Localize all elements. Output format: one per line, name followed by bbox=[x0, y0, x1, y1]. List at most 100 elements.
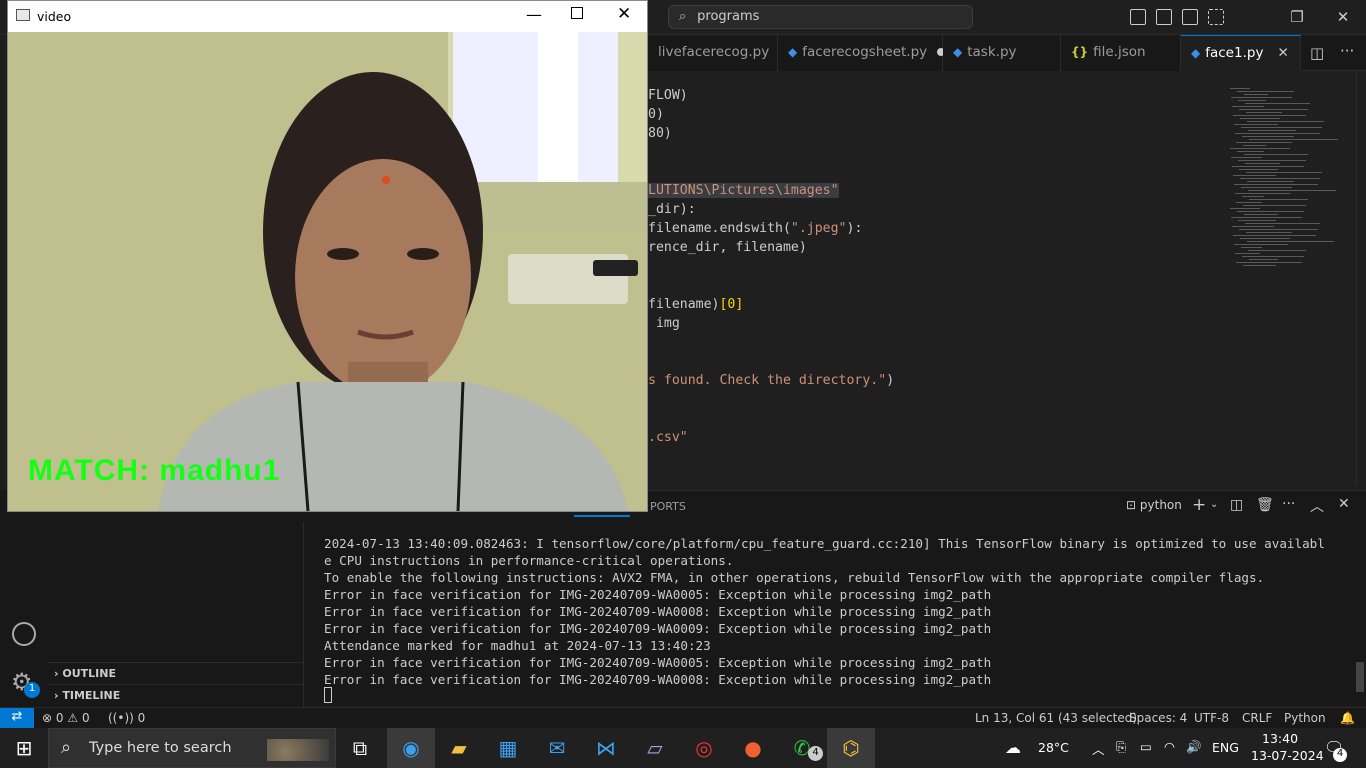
minimap-line bbox=[1234, 124, 1278, 125]
vscode-icon[interactable]: ⋈ bbox=[582, 728, 630, 768]
close-icon[interactable]: ✕ bbox=[617, 4, 631, 24]
python-file-icon: ◆ bbox=[1191, 46, 1201, 60]
meet-now-icon[interactable]: ⎘ bbox=[1116, 739, 1126, 755]
editor-scrollbar[interactable] bbox=[1356, 71, 1366, 486]
cursor-position[interactable]: Ln 13, Col 61 (43 selected) bbox=[975, 711, 1137, 725]
battery-icon[interactable]: ▭ bbox=[1140, 739, 1152, 754]
new-terminal-icon[interactable]: + bbox=[1192, 495, 1206, 515]
minimap-line bbox=[1232, 226, 1274, 227]
minimap-line bbox=[1238, 100, 1266, 101]
restore-window-icon[interactable]: ❐ bbox=[1274, 8, 1320, 26]
broadcast-icon: ((•)) bbox=[108, 711, 134, 725]
minimap-line bbox=[1247, 121, 1324, 122]
split-editor-icon[interactable]: ◫ bbox=[1310, 44, 1324, 62]
toggle-secondary-sidebar-icon[interactable] bbox=[1182, 9, 1198, 25]
search-icon: ⌕ bbox=[61, 737, 72, 758]
edge-icon[interactable]: ◉ bbox=[387, 728, 435, 768]
more-actions-icon[interactable]: ··· bbox=[1340, 42, 1354, 60]
minimap-line bbox=[1245, 103, 1310, 104]
video-window[interactable]: video — ✕ MATCH: madhu1 bbox=[7, 0, 648, 512]
minimize-icon[interactable]: — bbox=[526, 5, 542, 24]
minimap-line bbox=[1231, 217, 1302, 218]
toggle-panel-icon[interactable] bbox=[1156, 9, 1172, 25]
weather-temp[interactable]: 28°C bbox=[1038, 740, 1069, 755]
minimap-line bbox=[1246, 232, 1292, 233]
chrome-icon[interactable]: ◎ bbox=[680, 728, 728, 768]
minimap-line bbox=[1246, 112, 1282, 113]
task-view-icon[interactable]: ⧉ bbox=[336, 728, 384, 768]
code-line: 0) bbox=[648, 107, 664, 122]
minimap-line bbox=[1233, 175, 1276, 176]
code-line: FLOW) bbox=[648, 88, 688, 103]
notepad-icon[interactable]: ▱ bbox=[631, 728, 679, 768]
minimap-line bbox=[1247, 241, 1334, 242]
minimap-line bbox=[1235, 253, 1260, 254]
minimap-line bbox=[1244, 154, 1308, 155]
python-file-icon: ◆ bbox=[788, 45, 798, 59]
ports-indicator[interactable]: ((•)) 0 bbox=[108, 711, 145, 725]
code-line: 80) bbox=[648, 126, 672, 141]
terminal-output[interactable]: 2024-07-13 13:40:09.082463: I tensorflow… bbox=[304, 522, 1366, 706]
minimap-line bbox=[1242, 256, 1304, 257]
minimap[interactable] bbox=[1230, 88, 1340, 288]
indentation[interactable]: Spaces: 4 bbox=[1129, 711, 1187, 725]
tab-file-json[interactable]: {} file.json bbox=[1061, 35, 1181, 71]
command-center-search[interactable]: ⌕ programs bbox=[668, 5, 973, 29]
input-language[interactable]: ENG bbox=[1212, 740, 1239, 755]
close-tab-icon[interactable]: ✕ bbox=[1277, 45, 1288, 61]
accounts-icon[interactable] bbox=[12, 622, 36, 646]
minimap-line bbox=[1230, 148, 1290, 149]
tab-face1[interactable]: ◆ face1.py ✕ bbox=[1181, 35, 1301, 71]
microsoft-store-icon[interactable]: ▦ bbox=[484, 728, 532, 768]
sublime-icon[interactable]: ● bbox=[729, 728, 777, 768]
encoding[interactable]: UTF-8 bbox=[1194, 711, 1229, 725]
more-actions-icon[interactable]: ··· bbox=[1282, 496, 1295, 512]
file-explorer-icon[interactable]: ▰ bbox=[435, 728, 483, 768]
close-panel-icon[interactable]: ✕ bbox=[1338, 496, 1350, 512]
mail-icon[interactable]: ✉ bbox=[533, 728, 581, 768]
split-terminal-icon[interactable]: ◫ bbox=[1230, 497, 1243, 513]
problems-indicator[interactable]: ⊗ 0 ⚠ 0 bbox=[42, 711, 90, 725]
kill-terminal-icon[interactable]: 🗑 bbox=[1256, 497, 1274, 513]
tab-ports[interactable]: PORTS bbox=[650, 500, 686, 513]
maximize-icon[interactable] bbox=[571, 7, 583, 19]
whatsapp-badge: 4 bbox=[808, 746, 823, 761]
minimap-line bbox=[1234, 184, 1318, 185]
minimap-line bbox=[1249, 139, 1338, 140]
terminal-scrollbar[interactable] bbox=[1356, 662, 1364, 692]
timeline-label: TIMELINE bbox=[62, 689, 121, 702]
timeline-section[interactable]: › TIMELINE bbox=[48, 684, 304, 706]
minimap-line bbox=[1248, 190, 1336, 191]
minimap-line bbox=[1234, 244, 1288, 245]
tab-facerecogsheet[interactable]: ◆ facerecogsheet.py bbox=[778, 35, 946, 71]
taskbar-search-box[interactable]: ⌕ Type here to search bbox=[48, 728, 336, 768]
terminal-line: Error in face verification for IMG-20240… bbox=[324, 587, 992, 602]
python-icon[interactable]: ⌬ bbox=[827, 728, 875, 768]
clock-date[interactable]: 13-07-2024 bbox=[1251, 748, 1324, 763]
end-of-line[interactable]: CRLF bbox=[1242, 711, 1272, 725]
chevron-down-icon[interactable]: ⌄ bbox=[1210, 499, 1218, 510]
minimap-line bbox=[1231, 97, 1292, 98]
video-window-titlebar[interactable]: video — ✕ bbox=[8, 1, 647, 32]
start-windows-icon[interactable]: ⊞ bbox=[0, 728, 48, 768]
show-hidden-icons-icon[interactable]: ︿ bbox=[1092, 739, 1105, 758]
minimap-line bbox=[1239, 229, 1318, 230]
remote-indicator-icon[interactable]: ⇄ bbox=[0, 708, 34, 729]
toggle-primary-sidebar-icon[interactable] bbox=[1130, 9, 1146, 25]
volume-icon[interactable]: 🔊 bbox=[1186, 739, 1202, 755]
notifications-bell-icon[interactable]: 🔔 bbox=[1340, 711, 1355, 725]
clock-time[interactable]: 13:40 bbox=[1262, 731, 1298, 746]
tab-task[interactable]: ◆ task.py bbox=[943, 35, 1061, 71]
terminal-selector[interactable]: ⊡ python bbox=[1126, 498, 1182, 512]
editor-tab-bar: livefacerecog.py ◆ facerecogsheet.py ◆ tas… bbox=[648, 35, 1366, 71]
maximize-panel-icon[interactable]: ︿ bbox=[1310, 496, 1324, 516]
language-mode[interactable]: Python bbox=[1284, 711, 1326, 725]
terminal-line: Error in face verification for IMG-20240… bbox=[324, 655, 992, 670]
close-window-icon[interactable]: ✕ bbox=[1320, 8, 1366, 26]
customize-layout-icon[interactable] bbox=[1208, 9, 1224, 25]
outline-section[interactable]: › OUTLINE bbox=[48, 662, 304, 684]
tab-livefacerecog[interactable]: livefacerecog.py bbox=[648, 35, 778, 71]
wifi-icon[interactable]: ◠ bbox=[1164, 739, 1175, 754]
minimap-line bbox=[1244, 214, 1278, 215]
outline-label: OUTLINE bbox=[62, 667, 116, 680]
